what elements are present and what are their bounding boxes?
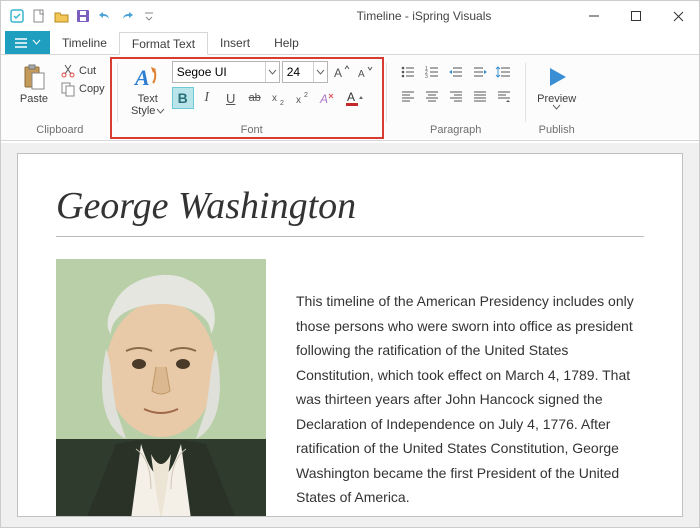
cut-button[interactable]: Cut <box>59 63 107 79</box>
portrait-image[interactable] <box>56 259 266 517</box>
window-controls <box>579 1 693 31</box>
justify-button[interactable] <box>469 85 491 107</box>
align-left-button[interactable] <box>397 85 419 107</box>
font-color-button[interactable]: A <box>340 87 368 109</box>
chevron-down-icon <box>553 105 560 110</box>
group-label-clipboard: Clipboard <box>36 124 83 138</box>
numbering-button[interactable]: 123 <box>421 61 443 83</box>
align-center-button[interactable] <box>421 85 443 107</box>
maximize-button[interactable] <box>621 5 651 27</box>
document-page[interactable]: George Washington <box>17 153 683 517</box>
copy-label: Copy <box>79 83 105 95</box>
svg-text:A: A <box>133 65 150 90</box>
new-icon[interactable] <box>31 8 47 24</box>
ribbon: Paste Cut Copy Clipboard A Text Style <box>1 55 699 141</box>
group-publish: Preview Publish <box>530 59 584 140</box>
group-clipboard: Paste Cut Copy Clipboard <box>7 59 113 140</box>
line-spacing-button[interactable] <box>493 61 515 83</box>
undo-icon[interactable] <box>97 8 113 24</box>
copy-icon <box>61 82 75 96</box>
svg-text:2: 2 <box>280 100 284 107</box>
paste-label: Paste <box>20 93 48 105</box>
underline-button[interactable]: U <box>220 87 242 109</box>
group-label-font: Font <box>241 124 263 138</box>
bold-button[interactable]: B <box>172 87 194 109</box>
ribbon-tabs: Timeline Format Text Insert Help <box>1 31 699 55</box>
clear-format-button[interactable]: A <box>316 87 338 109</box>
cut-label: Cut <box>79 65 96 77</box>
shrink-font-button[interactable]: A <box>354 61 376 83</box>
close-button[interactable] <box>663 5 693 27</box>
tab-help[interactable]: Help <box>262 31 311 54</box>
group-label-paragraph: Paragraph <box>430 124 481 138</box>
cut-icon <box>61 64 75 78</box>
font-family-input[interactable] <box>173 62 265 82</box>
text-style-icon: A <box>134 63 162 91</box>
preview-icon <box>543 63 571 91</box>
editor-canvas: George Washington <box>1 143 699 527</box>
paste-button[interactable]: Paste <box>13 61 55 105</box>
italic-button[interactable]: I <box>196 87 218 109</box>
qat-dropdown-icon[interactable] <box>141 8 157 24</box>
grow-font-button[interactable]: A <box>330 61 352 83</box>
svg-text:3: 3 <box>425 74 428 80</box>
title-bar: Timeline - iSpring Visuals <box>1 1 699 31</box>
group-label-publish: Publish <box>539 124 575 138</box>
document-hr <box>56 236 644 237</box>
superscript-button[interactable]: x2 <box>292 87 314 109</box>
subscript-button[interactable]: x2 <box>268 87 290 109</box>
svg-text:A: A <box>334 66 342 80</box>
text-style-label-1: Text <box>138 93 158 105</box>
text-style-label-2: Style <box>131 105 155 117</box>
copy-button[interactable]: Copy <box>59 81 107 97</box>
svg-text:A: A <box>358 69 365 80</box>
group-font: A Text Style A A <box>122 59 382 140</box>
tab-format-text[interactable]: Format Text <box>119 32 208 55</box>
text-style-button[interactable]: A Text Style <box>128 61 168 117</box>
svg-text:2: 2 <box>304 92 308 99</box>
open-icon[interactable] <box>53 8 69 24</box>
strikethrough-button[interactable]: ab <box>244 87 266 109</box>
menu-icon <box>15 38 27 48</box>
font-family-combo[interactable] <box>172 61 280 83</box>
svg-text:x: x <box>272 93 277 104</box>
preview-label: Preview <box>537 93 576 105</box>
bullets-button[interactable] <box>397 61 419 83</box>
paste-icon <box>20 63 48 91</box>
chevron-down-icon <box>157 109 164 114</box>
file-tab[interactable] <box>5 31 50 54</box>
group-paragraph: 123 Paragraph <box>391 59 521 140</box>
chevron-down-icon[interactable] <box>313 62 327 82</box>
app-icon <box>9 8 25 24</box>
align-right-button[interactable] <box>445 85 467 107</box>
document-body-text[interactable]: This timeline of the American Presidency… <box>296 259 644 510</box>
font-size-input[interactable] <box>283 62 313 82</box>
chevron-down-icon[interactable] <box>265 62 279 82</box>
text-direction-button[interactable] <box>493 85 515 107</box>
font-size-combo[interactable] <box>282 61 328 83</box>
preview-button[interactable]: Preview <box>536 61 578 110</box>
tab-insert[interactable]: Insert <box>208 31 262 54</box>
svg-text:x: x <box>296 95 301 106</box>
indent-button[interactable] <box>469 61 491 83</box>
save-icon[interactable] <box>75 8 91 24</box>
svg-text:A: A <box>347 90 355 104</box>
tab-timeline[interactable]: Timeline <box>50 31 119 54</box>
minimize-button[interactable] <box>579 5 609 27</box>
document-title[interactable]: George Washington <box>56 184 644 228</box>
outdent-button[interactable] <box>445 61 467 83</box>
chevron-down-icon <box>33 40 40 45</box>
redo-icon[interactable] <box>119 8 135 24</box>
svg-text:A: A <box>319 92 328 106</box>
quick-access-toolbar <box>9 8 157 24</box>
